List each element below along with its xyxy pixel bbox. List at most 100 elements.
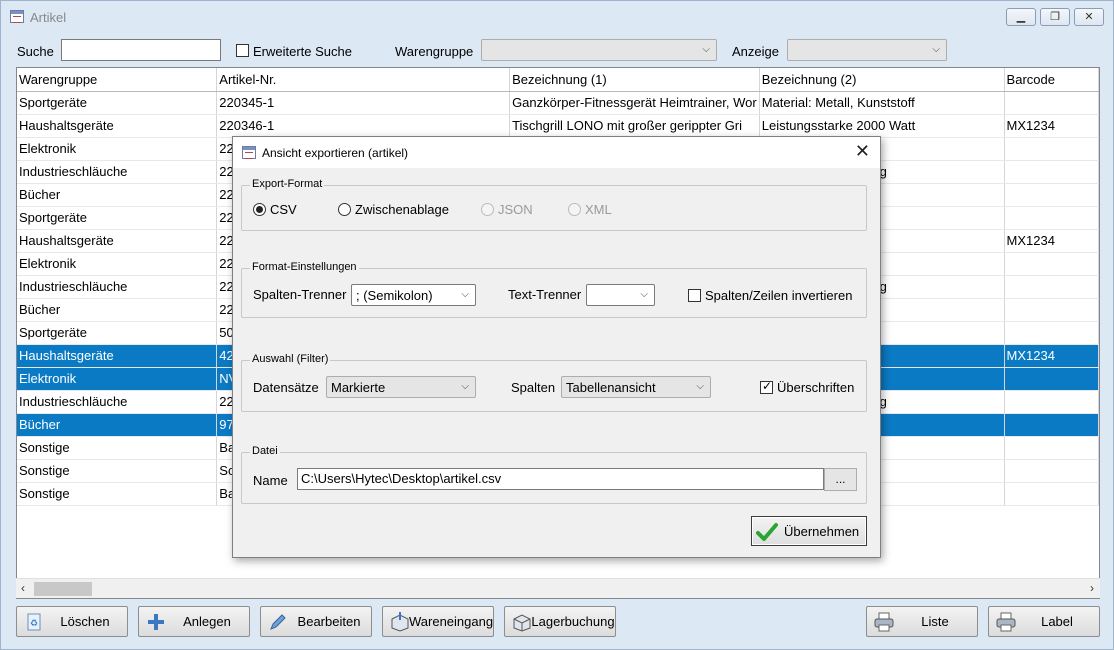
records-label: Datensätze [253,380,319,395]
minimize-button[interactable]: ▁ [1006,8,1036,26]
column-header[interactable]: Bezeichnung (2) [759,68,1005,92]
restore-button[interactable]: ❐ [1040,8,1070,26]
xml-label: XML [585,202,612,217]
scroll-right-icon[interactable]: › [1090,581,1094,595]
product-group-select[interactable]: ⌵ [481,39,717,61]
table-cell [1004,367,1099,391]
list-label: Liste [921,614,949,629]
table-cell: Bücher [17,413,218,437]
columns-select[interactable]: Tabellenansicht ⌵ [561,376,711,398]
text-separator-select[interactable]: ⌵ [586,284,655,306]
extended-search-checkbox[interactable] [236,44,249,57]
export-format-legend: Export-Format [250,178,325,190]
goods-in-button[interactable]: Wareneingang [382,606,494,637]
records-select[interactable]: Markierte ⌵ [326,376,476,398]
headers-label: Überschriften [777,380,855,395]
table-cell [1004,459,1099,483]
close-button[interactable]: ✕ [1074,8,1104,26]
xml-radio[interactable] [568,203,581,216]
display-label: Anzeige [732,44,779,59]
label-button[interactable]: Label [988,606,1100,637]
horizontal-scrollbar[interactable]: ‹ › [16,578,1100,598]
column-header[interactable]: Warengruppe [17,68,218,92]
table-cell: Sonstige [17,482,218,506]
stock-booking-button[interactable]: Lagerbuchung [504,606,616,637]
search-input[interactable] [61,39,221,61]
column-separator-value: ; (Semikolon) [356,288,433,303]
table-cell: Sonstige [17,436,218,460]
column-separator-select[interactable]: ; (Semikolon) ⌵ [351,284,476,306]
text-separator-label: Text-Trenner [508,287,582,302]
label-label: Label [1041,614,1073,629]
search-label: Suche [17,44,54,59]
json-radio[interactable] [481,203,494,216]
column-header[interactable]: Artikel-Nr. [216,68,511,92]
grid-header-row: Warengruppe Artikel-Nr. Bezeichnung (1) Bez… [17,68,1099,92]
clipboard-label: Zwischenablage [355,202,449,217]
create-button[interactable]: Anlegen [138,606,250,637]
dialog-close-icon[interactable]: ✕ [855,141,870,162]
apply-button[interactable]: Übernehmen [751,516,867,546]
table-cell [1004,436,1099,460]
table-cell: Industrieschläuche [17,275,218,299]
edit-label: Bearbeiten [297,614,361,629]
format-settings-legend: Format-Einstellungen [250,261,359,273]
table-cell [1004,482,1099,506]
table-cell: Industrieschläuche [17,160,218,184]
table-cell: Elektronik [17,137,218,161]
chevron-down-icon: ⌵ [640,289,648,300]
scroll-left-icon[interactable]: ‹ [21,581,25,595]
table-cell: Haushaltsgeräte [17,229,218,253]
file-name-input[interactable]: C:\Users\Hytec\Desktop\artikel.csv [297,468,824,490]
table-cell [1004,298,1099,322]
table-cell: Haushaltsgeräte [17,344,218,368]
table-cell: Tischgrill LONO mit großer gerippter Gri [509,114,760,138]
chevron-down-icon: ⌵ [702,44,710,55]
invert-checkbox[interactable] [688,289,701,302]
export-dialog: Ansicht exportieren (artikel) ✕ Export-F… [232,136,881,558]
columns-label: Spalten [511,380,556,395]
column-header[interactable]: Barcode [1004,68,1099,92]
product-group-label: Warengruppe [395,44,474,59]
table-icon [10,10,24,23]
dialog-title-bar: Ansicht exportieren (artikel) ✕ [233,137,880,168]
file-group: Datei Name C:\Users\Hytec\Desktop\artike… [241,445,867,504]
checkmark-icon [756,523,778,541]
minimize-icon: ▁ [1016,11,1026,23]
table-cell: 220345-1 [216,91,511,115]
table-cell: 220346-1 [216,114,511,138]
delete-label: Löschen [60,614,110,629]
display-select[interactable]: ⌵ [787,39,947,61]
table-cell [1004,321,1099,345]
invert-label: Spalten/Zeilen invertieren [705,288,853,303]
json-label: JSON [498,202,533,217]
table-row[interactable]: Sportgeräte 220345-1 Ganzkörper-Fitnessger… [17,91,1099,115]
delete-button[interactable]: ♻ Löschen [16,606,128,637]
file-legend: Datei [250,445,280,457]
table-row[interactable]: Haushaltsgeräte 220346-1 Tischgrill LONO m… [17,114,1099,138]
extended-search-label: Erweiterte Suche [253,44,352,59]
title-bar: Artikel ▁ ❐ ✕ [1,1,1113,33]
stock-booking-label: Lagerbuchung [531,614,615,629]
goods-in-label: Wareneingang [409,614,494,629]
scroll-thumb[interactable] [34,582,92,596]
table-cell [1004,275,1099,299]
close-icon: ✕ [1084,11,1094,23]
edit-button[interactable]: Bearbeiten [260,606,372,637]
csv-radio[interactable] [253,203,266,216]
list-button[interactable]: Liste [866,606,978,637]
headers-checkbox[interactable] [760,379,773,394]
browse-button[interactable]: ... [824,468,857,491]
column-header[interactable]: Bezeichnung (1) [509,68,760,92]
format-settings-group: Format-Einstellungen Spalten-Trenner ; (… [241,261,867,318]
table-cell: Material: Metall, Kunststoff [759,91,1005,115]
clipboard-radio[interactable] [338,203,351,216]
selection-legend: Auswahl (Filter) [250,353,331,365]
column-separator-label: Spalten-Trenner [253,287,347,302]
restore-icon: ❐ [1050,11,1060,23]
table-cell: Bücher [17,183,218,207]
table-cell: Ganzkörper-Fitnessgerät Heimtrainer, Wor [509,91,760,115]
table-cell: Elektronik [17,252,218,276]
chevron-down-icon: ⌵ [932,44,940,55]
table-cell [1004,91,1099,115]
